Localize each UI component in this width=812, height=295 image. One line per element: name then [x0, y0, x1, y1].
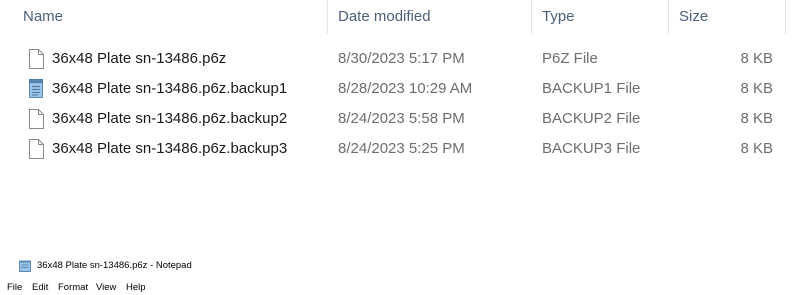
blank-document-icon	[29, 49, 44, 69]
menu-format[interactable]: Format	[58, 281, 88, 295]
notepad-app-icon	[19, 260, 31, 272]
notepad-document-icon	[29, 79, 43, 98]
file-date-modified: 8/30/2023 5:17 PM	[338, 50, 465, 67]
file-date-modified: 8/28/2023 10:29 AM	[338, 80, 473, 97]
file-row[interactable]: 36x48 Plate sn-13486.p6z.backup1 8/28/20…	[0, 74, 812, 104]
file-type: BACKUP3 File	[542, 140, 641, 157]
file-type: BACKUP2 File	[542, 110, 641, 127]
file-name: 36x48 Plate sn-13486.p6z.backup2	[52, 110, 288, 127]
file-date-modified: 8/24/2023 5:58 PM	[338, 110, 465, 127]
menu-view[interactable]: View	[96, 281, 116, 295]
menu-edit[interactable]: Edit	[32, 281, 48, 295]
column-header-row: Name Date modified Type Size	[0, 0, 812, 34]
file-explorer-list: Name Date modified Type Size 36x48 Plate…	[0, 0, 812, 200]
file-size: 8 KB	[740, 140, 773, 157]
column-header-name[interactable]: Name	[23, 0, 63, 34]
file-name: 36x48 Plate sn-13486.p6z	[52, 50, 227, 67]
menu-file[interactable]: File	[7, 281, 22, 295]
file-name: 36x48 Plate sn-13486.p6z.backup1	[52, 80, 288, 97]
file-type: P6Z File	[542, 50, 598, 67]
blank-document-icon	[29, 139, 44, 159]
column-divider[interactable]	[668, 0, 669, 34]
column-divider[interactable]	[327, 0, 328, 34]
file-size: 8 KB	[740, 80, 773, 97]
column-divider[interactable]	[785, 0, 786, 34]
column-header-size[interactable]: Size	[679, 0, 708, 34]
file-row[interactable]: 36x48 Plate sn-13486.p6z.backup2 8/24/20…	[0, 104, 812, 134]
file-row[interactable]: 36x48 Plate sn-13486.p6z.backup3 8/24/20…	[0, 134, 812, 164]
file-name: 36x48 Plate sn-13486.p6z.backup3	[52, 140, 288, 157]
column-header-type[interactable]: Type	[542, 0, 575, 34]
column-divider[interactable]	[531, 0, 532, 34]
file-size: 8 KB	[740, 110, 773, 127]
blank-document-icon	[29, 109, 44, 129]
notepad-window-title: 36x48 Plate sn-13486.p6z - Notepad	[37, 260, 192, 271]
file-type: BACKUP1 File	[542, 80, 641, 97]
file-date-modified: 8/24/2023 5:25 PM	[338, 140, 465, 157]
file-row[interactable]: 36x48 Plate sn-13486.p6z 8/30/2023 5:17 …	[0, 44, 812, 74]
column-header-date-modified[interactable]: Date modified	[338, 0, 431, 34]
file-size: 8 KB	[740, 50, 773, 67]
menu-help[interactable]: Help	[126, 281, 146, 295]
